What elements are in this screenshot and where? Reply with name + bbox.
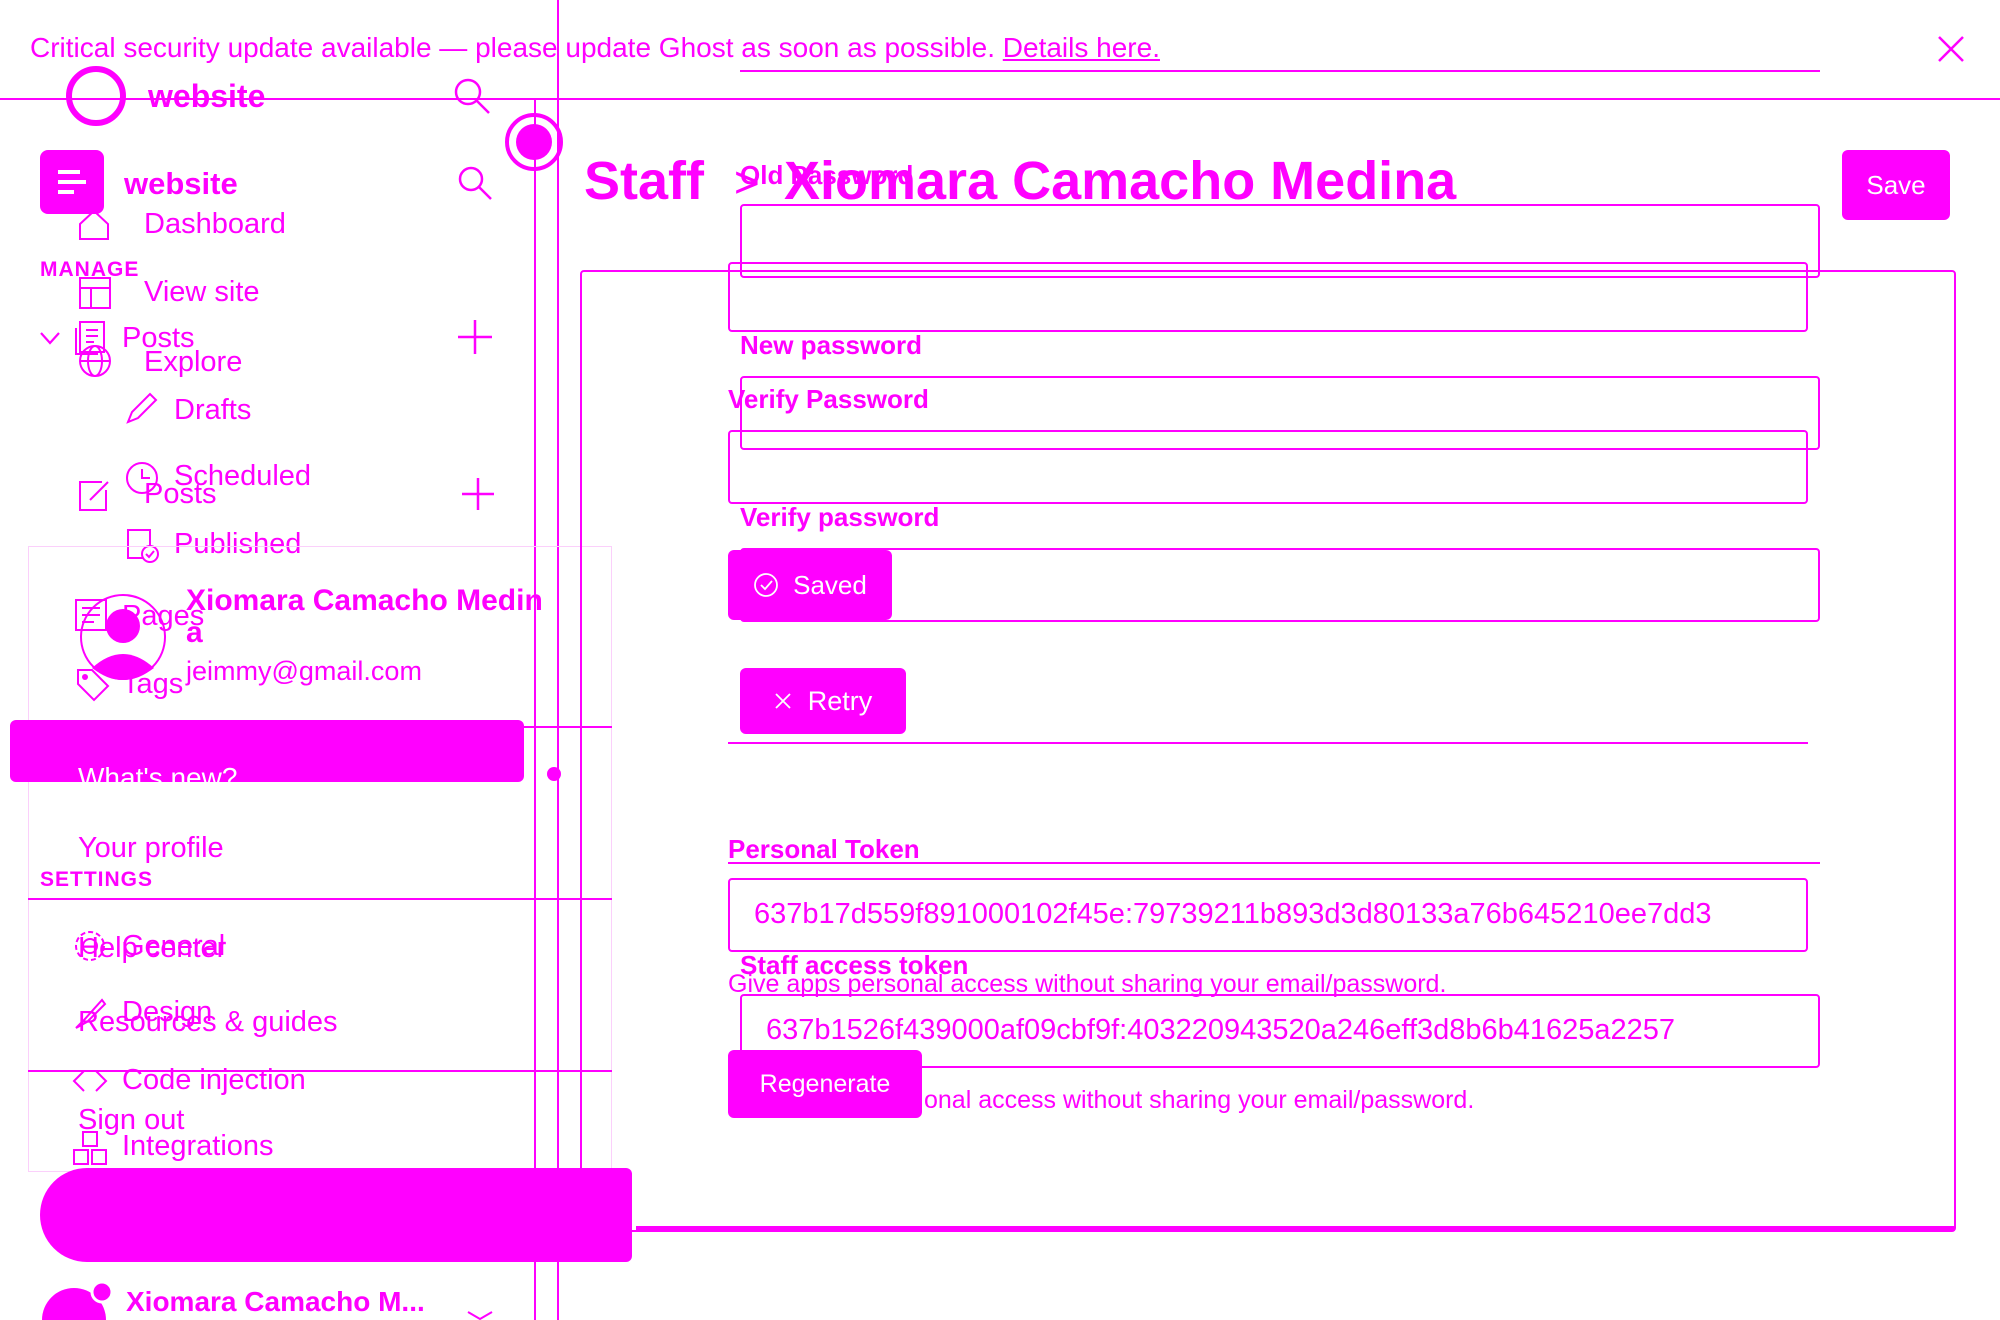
add-post-icon[interactable] — [456, 318, 494, 356]
search-icon[interactable] — [452, 76, 492, 116]
pencil-icon — [124, 390, 160, 426]
old-password-label: Old Password — [740, 160, 914, 190]
menu-divider-1 — [28, 726, 612, 728]
layout-icon — [78, 276, 112, 310]
token-help-text-2: onal access without sharing your email/p… — [924, 1086, 1475, 1114]
saved-button[interactable]: Saved — [728, 550, 892, 620]
site-logo-ring-icon — [64, 64, 128, 128]
banner-details-link[interactable]: Details here. — [1003, 32, 1160, 63]
site-name: website — [124, 166, 238, 201]
close-icon-retry — [774, 692, 792, 710]
record-dot-icon — [502, 110, 566, 174]
form-divider — [728, 742, 1808, 744]
code-icon — [72, 1068, 108, 1094]
chevron-down-icon[interactable] — [38, 328, 62, 348]
saved-button-label: Saved — [793, 569, 867, 600]
sidebar-item-integrations[interactable]: Integrations — [122, 1130, 274, 1163]
user-menu-your-profile[interactable]: Your profile — [78, 832, 224, 865]
add-icon[interactable] — [460, 476, 496, 512]
save-button-label: Save — [1866, 169, 1926, 200]
site-name-ghost: website — [148, 78, 266, 114]
edit-icon — [76, 478, 112, 514]
staff-token-value: 637b1526f439000af09cbf9f:403220943520a24… — [766, 1014, 1676, 1046]
user-menu-name: Xiomara Camacho Medin — [186, 584, 543, 617]
sidebar-item-explore[interactable]: Explore — [144, 346, 242, 379]
old-password-input-ghost — [728, 262, 1808, 332]
save-button[interactable]: Save — [1842, 150, 1950, 220]
ghost-line — [740, 70, 1820, 72]
user-menu-name-wrap: a — [186, 616, 203, 649]
section-settings: SETTINGS — [40, 868, 154, 891]
chevron-down-icon-footer[interactable] — [466, 1310, 494, 1320]
footer-user-name[interactable]: Xiomara Camacho M... — [126, 1286, 425, 1318]
verify-password-input-ghost — [728, 430, 1808, 504]
notification-dot-icon — [546, 766, 562, 782]
regenerate-button-label: Regenerate — [759, 1069, 891, 1098]
sidebar-item-drafts[interactable]: Drafts — [174, 394, 251, 427]
menu-divider-3 — [28, 1070, 612, 1072]
avatar[interactable] — [78, 592, 168, 682]
integrations-icon — [72, 1130, 108, 1166]
site-logo-icon[interactable] — [40, 150, 104, 214]
retry-button-label: Retry — [807, 685, 873, 716]
user-menu-resources[interactable]: Resources & guides — [78, 1006, 338, 1039]
sidebar-item-view-site[interactable]: View site — [144, 276, 260, 309]
personal-token-label: Personal Token — [728, 834, 920, 864]
sidebar-item-dashboard[interactable]: Dashboard — [144, 208, 286, 241]
close-icon[interactable] — [1936, 34, 1966, 64]
globe-icon — [78, 344, 112, 378]
panel-bottom-ghost — [636, 1226, 1954, 1230]
footer-avatar[interactable] — [40, 1280, 120, 1320]
personal-token-value: 637b17d559f891000102f45e:79739211b893d3d… — [754, 898, 1712, 930]
user-menu-email: jeimmy@gmail.com — [186, 656, 422, 686]
toast-bar[interactable] — [40, 1168, 632, 1262]
new-password-label: New password — [740, 330, 923, 360]
sidebar-item-scheduled[interactable]: Scheduled — [174, 460, 311, 493]
sidebar-item-code-injection[interactable]: Code injection — [122, 1064, 306, 1097]
update-banner: Critical security update available — ple… — [30, 32, 1160, 64]
search-icon-2[interactable] — [456, 164, 494, 202]
banner-text: Critical security update available — ple… — [30, 32, 995, 63]
retry-button[interactable]: Retry — [740, 668, 906, 734]
regenerate-button[interactable]: Regenerate — [728, 1050, 922, 1118]
user-menu-help-center[interactable]: Help center — [78, 932, 226, 965]
breadcrumb-staff[interactable]: Staff — [584, 150, 704, 212]
check-circle-icon — [753, 572, 779, 598]
token-divider — [728, 862, 1820, 864]
verify-password-label-2: Verify password — [740, 502, 940, 532]
verify-password-input[interactable] — [740, 548, 1820, 622]
banner-divider — [0, 98, 2000, 100]
whats-new-item[interactable]: What's new? — [78, 762, 237, 794]
menu-divider-2 — [28, 898, 612, 900]
home-icon — [76, 206, 112, 242]
